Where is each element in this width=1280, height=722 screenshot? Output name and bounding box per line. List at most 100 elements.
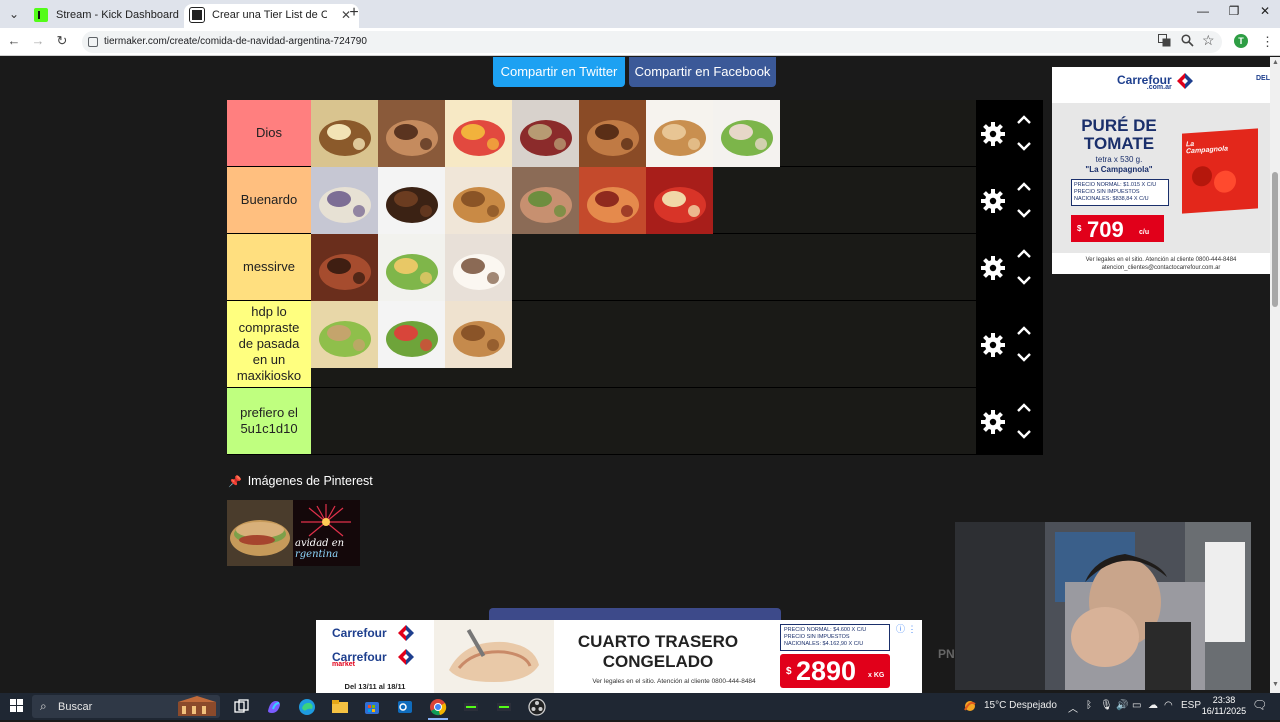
tier-controls	[976, 301, 1043, 387]
tab-tiermaker[interactable]: Crear una Tier List de Comida de Navidad…	[184, 4, 359, 28]
tier-items-area[interactable]	[311, 167, 976, 234]
tab-bar: ⌄ Stream - Kick Dashboard ✕ Crear una Ti…	[0, 0, 1280, 28]
tier-item-sandwich-de-miga[interactable]	[311, 301, 378, 368]
streaming-app-2-icon[interactable]	[494, 697, 514, 717]
minimize-icon[interactable]: —	[1188, 4, 1218, 18]
url-field[interactable]: tiermaker.com/create/comida-de-navidad-a…	[82, 31, 1222, 53]
gear-icon[interactable]	[981, 332, 1005, 357]
tier-item-costillas[interactable]	[311, 234, 378, 301]
close-window-icon[interactable]: ✕	[1250, 4, 1280, 18]
carrefour-ad-right[interactable]: Carrefour .com.ar DEL PURÉ DE TOMATE tetr…	[1052, 67, 1270, 274]
translate-icon[interactable]	[1158, 34, 1171, 50]
tier-item-pan-dulce-simple[interactable]	[445, 301, 512, 368]
chevron-down-icon[interactable]	[1016, 274, 1032, 286]
gear-icon[interactable]	[981, 255, 1005, 280]
reload-icon[interactable]: ↻	[53, 33, 71, 49]
profile-avatar[interactable]: T	[1234, 34, 1248, 48]
back-icon[interactable]: ←	[5, 33, 23, 48]
chevron-down-icon[interactable]	[1016, 140, 1032, 152]
tier-item-arrollado[interactable]	[311, 167, 378, 234]
taskbar-clock[interactable]: 23:38 16/11/2025	[1198, 695, 1250, 717]
tier-item-ensalada-verde[interactable]	[378, 301, 445, 368]
display-icon[interactable]: ▭	[1132, 700, 1141, 711]
page-scrollbar[interactable]: ▲ ▼	[1270, 57, 1280, 693]
carrefour-ad-bottom[interactable]: Carrefour Carrefour market Del 13/11 al 1…	[316, 620, 922, 693]
restore-icon[interactable]: ❐	[1219, 4, 1249, 18]
wifi-icon[interactable]: ◠	[1164, 700, 1173, 711]
new-tab-icon[interactable]: +	[344, 4, 364, 24]
tier-items-area[interactable]	[311, 100, 976, 167]
tier-item-ensalada-rusa[interactable]	[378, 234, 445, 301]
mic-icon[interactable]: 🎙	[1100, 700, 1113, 711]
tier-item-pan-dulce[interactable]	[378, 100, 445, 167]
adchoices-icon[interactable]: ⓘ ⋮	[896, 622, 917, 635]
volume-icon[interactable]: 🔊	[1116, 700, 1128, 711]
tier-items-area[interactable]	[311, 234, 976, 301]
tier-items-area[interactable]	[311, 301, 976, 387]
tab-search-dropdown[interactable]: ⌄	[4, 4, 24, 24]
tier-label[interactable]: prefiero el 5u1c1d10	[227, 388, 311, 454]
task-view-icon[interactable]	[231, 697, 251, 717]
tier-item-tomates-rellenos[interactable]	[646, 167, 713, 234]
tier-label[interactable]: hdp lo compraste de pasada en un maxikio…	[227, 301, 311, 387]
windows-start-icon[interactable]	[10, 699, 23, 712]
menu-icon[interactable]: ⋮	[1261, 34, 1274, 50]
chevron-up-icon[interactable]	[1016, 181, 1032, 193]
chevron-up-icon[interactable]	[1016, 325, 1032, 337]
bookmark-star-icon[interactable]: ☆	[1202, 32, 1215, 49]
file-explorer-icon[interactable]	[330, 697, 350, 717]
gear-icon[interactable]	[981, 409, 1005, 434]
chevron-up-icon[interactable]	[1016, 248, 1032, 260]
chevron-down-icon[interactable]	[1016, 428, 1032, 440]
store-icon[interactable]	[362, 697, 382, 717]
tier-item-turron-mantecol[interactable]	[311, 100, 378, 167]
forward-icon[interactable]: →	[29, 33, 47, 48]
ad-subtitle: tetra x 530 g. "La Campagnola"	[1064, 155, 1174, 175]
price-value: 2890	[796, 656, 857, 686]
ad-price-details: PRECIO NORMAL: $1.015 X C/U PRECIO SIN I…	[1071, 179, 1169, 206]
tier-item-turron-blanco[interactable]	[445, 234, 512, 301]
tier-item-ensalada-de-frutas[interactable]	[445, 100, 512, 167]
chevron-down-icon[interactable]	[1016, 351, 1032, 363]
tab-kick-dashboard[interactable]: Stream - Kick Dashboard ✕	[28, 4, 203, 28]
tier-label[interactable]: messirve	[227, 234, 311, 300]
gear-icon[interactable]	[981, 121, 1005, 146]
outlook-icon[interactable]	[395, 697, 415, 717]
tier-item-pionono[interactable]	[445, 167, 512, 234]
chevron-up-icon[interactable]	[1016, 114, 1032, 126]
tier-item-budin[interactable]	[646, 100, 713, 167]
taskbar-search[interactable]: ⌕ Buscar	[32, 695, 220, 718]
network-icon[interactable]: ☁	[1148, 700, 1158, 711]
obs-icon[interactable]	[527, 697, 547, 717]
chevron-up-icon[interactable]	[1016, 402, 1032, 414]
copilot-icon[interactable]	[264, 697, 284, 717]
tier-items-area[interactable]	[311, 388, 976, 454]
bluetooth-icon[interactable]: ᛒ	[1086, 700, 1092, 711]
share-facebook-button[interactable]: Compartir en Facebook	[629, 57, 776, 87]
tier-item-garrapinadas[interactable]	[579, 100, 646, 167]
chevron-down-icon[interactable]	[1016, 207, 1032, 219]
weather-text[interactable]: 15°C Despejado	[984, 700, 1057, 711]
scrollbar-thumb[interactable]	[1272, 172, 1278, 307]
gear-icon[interactable]	[981, 188, 1005, 213]
share-twitter-button[interactable]: Compartir en Twitter	[493, 57, 625, 87]
scroll-up-icon[interactable]: ▲	[1272, 59, 1279, 66]
tier-item-lechon[interactable]	[579, 167, 646, 234]
tier-item-matambre[interactable]	[512, 167, 579, 234]
edge-icon[interactable]	[297, 697, 317, 717]
pinterest-image-sandwich[interactable]	[227, 500, 294, 566]
tier-item-confites-de-chocolate[interactable]	[378, 167, 445, 234]
notifications-icon[interactable]: 🗨	[1252, 698, 1267, 712]
scroll-down-icon[interactable]: ▼	[1272, 681, 1279, 688]
streaming-app-icon[interactable]	[461, 697, 481, 717]
tier-label[interactable]: Dios	[227, 100, 311, 166]
zoom-icon[interactable]	[1181, 34, 1194, 50]
tier-label[interactable]: Buenardo	[227, 167, 311, 233]
chevron-up-icon[interactable]: ︿	[1068, 700, 1078, 715]
site-info-icon[interactable]	[88, 37, 98, 47]
chrome-icon[interactable]	[428, 697, 448, 717]
weather-icon[interactable]	[962, 698, 978, 717]
tier-item-turron-envuelto[interactable]	[512, 100, 579, 167]
tier-item-vitel-tone[interactable]	[713, 100, 780, 167]
pinterest-image-navidad[interactable]: avidad en rgentina	[293, 500, 360, 566]
